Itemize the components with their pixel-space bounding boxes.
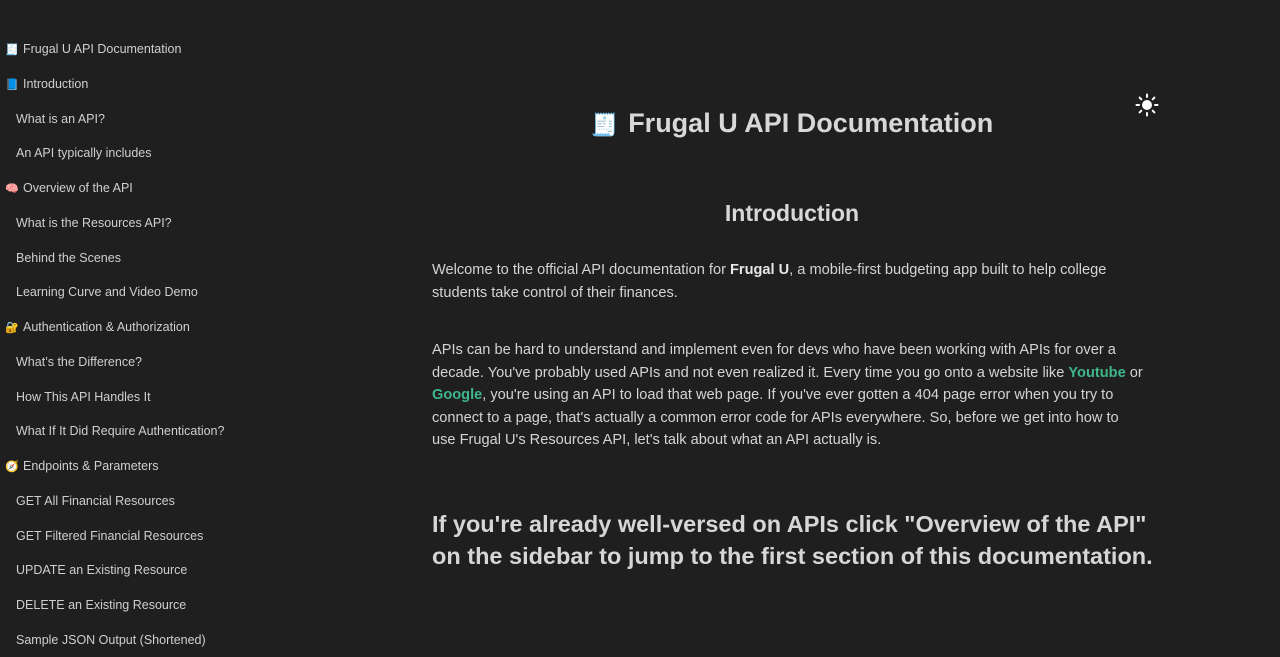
sidebar-item-label: An API typically includes	[16, 146, 152, 161]
sidebar-item[interactable]: What is an API?	[16, 107, 105, 131]
sidebar-item-label: Sample JSON Output (Shortened)	[16, 632, 206, 647]
intro-app-name: Frugal U	[729, 262, 790, 278]
page-title: 🧾 Frugal U API Documentation	[432, 108, 1152, 139]
sidebar-item-icon: 📘	[5, 78, 19, 91]
sidebar-item-label: GET All Financial Resources	[16, 493, 175, 508]
apis-paragraph: APIs can be hard to understand and imple…	[432, 339, 1144, 452]
sidebar-item[interactable]: How This API Handles It	[16, 385, 151, 409]
sidebar-item-label: Introduction	[23, 76, 89, 91]
sidebar-item-label: What is the Resources API?	[16, 215, 172, 230]
sidebar-item-label: Frugal U API Documentation	[23, 42, 182, 56]
sidebar-item[interactable]: 🧠 Overview of the API	[5, 176, 133, 200]
sidebar-item-label: What is an API?	[16, 111, 105, 126]
callout-heading: If you're already well-versed on APIs cl…	[432, 511, 1153, 569]
sidebar-item[interactable]: DELETE an Existing Resource	[16, 593, 186, 617]
sidebar: 🧾 Frugal U API Documentation 📘 Introduction…	[0, 0, 260, 657]
sidebar-item-icon: 🧭	[5, 461, 19, 473]
sidebar-item[interactable]: GET Filtered Financial Resources	[16, 524, 203, 548]
sidebar-item[interactable]: 🧭 Endpoints & Parameters	[5, 454, 159, 478]
sidebar-item-icon: 🧠	[5, 183, 19, 195]
sidebar-item-label: GET Filtered Financial Resources	[16, 528, 204, 543]
section-heading-introduction: Introduction	[724, 200, 860, 226]
sidebar-item[interactable]: GET All Financial Resources	[16, 489, 175, 513]
apis-text-2: or	[1125, 364, 1143, 381]
sidebar-item[interactable]: 🔐 Authentication & Authorization	[5, 315, 190, 339]
youtube-link[interactable]: Youtube	[1068, 365, 1125, 381]
intro-text-before: Welcome to the official API documentatio…	[432, 262, 730, 278]
sidebar-item[interactable]: Learning Curve and Video Demo	[16, 280, 198, 304]
sidebar-item[interactable]: 🧾 Frugal U API Documentation	[5, 37, 181, 61]
page-title-text: Frugal U API Documentation	[628, 108, 994, 138]
sidebar-item[interactable]: What If It Did Require Authentication?	[16, 419, 224, 443]
sidebar-item-label: Authentication & Authorization	[23, 320, 190, 334]
sidebar-item-icon: 🔐	[5, 322, 19, 334]
sidebar-item-label: Learning Curve and Video Demo	[16, 285, 198, 300]
intro-paragraph: Welcome to the official API documentatio…	[432, 259, 1144, 304]
sidebar-item-icon: 🧾	[5, 44, 19, 56]
sidebar-item[interactable]: Behind the Scenes	[16, 246, 121, 270]
apis-text-1: APIs can be hard to understand and imple…	[432, 342, 1116, 381]
sidebar-item-label: Endpoints & Parameters	[23, 459, 159, 473]
sidebar-item[interactable]: UPDATE an Existing Resource	[16, 558, 187, 582]
receipt-icon: 🧾	[590, 112, 619, 137]
sidebar-item-label: How This API Handles It	[16, 389, 151, 404]
sidebar-item-label: What’s the Difference?	[16, 354, 142, 369]
sidebar-item-label: Overview of the API	[23, 181, 133, 195]
sidebar-item-label: UPDATE an Existing Resource	[16, 563, 188, 578]
sidebar-item[interactable]: What is the Resources API?	[16, 211, 172, 235]
sidebar-item-label: DELETE an Existing Resource	[16, 598, 187, 612]
sidebar-item[interactable]: 📘 Introduction	[5, 72, 88, 96]
sidebar-item[interactable]: An API typically includes	[16, 141, 152, 165]
sidebar-item[interactable]: What’s the Difference?	[16, 350, 142, 374]
sidebar-item-label: Behind the Scenes	[16, 250, 121, 265]
sidebar-item-label: What If It Did Require Authentication?	[16, 424, 225, 439]
sidebar-item[interactable]: Sample JSON Output (Shortened)	[16, 628, 206, 652]
apis-text-3: , you're using an API to load that web p…	[432, 387, 1119, 448]
google-link[interactable]: Google	[432, 387, 482, 403]
